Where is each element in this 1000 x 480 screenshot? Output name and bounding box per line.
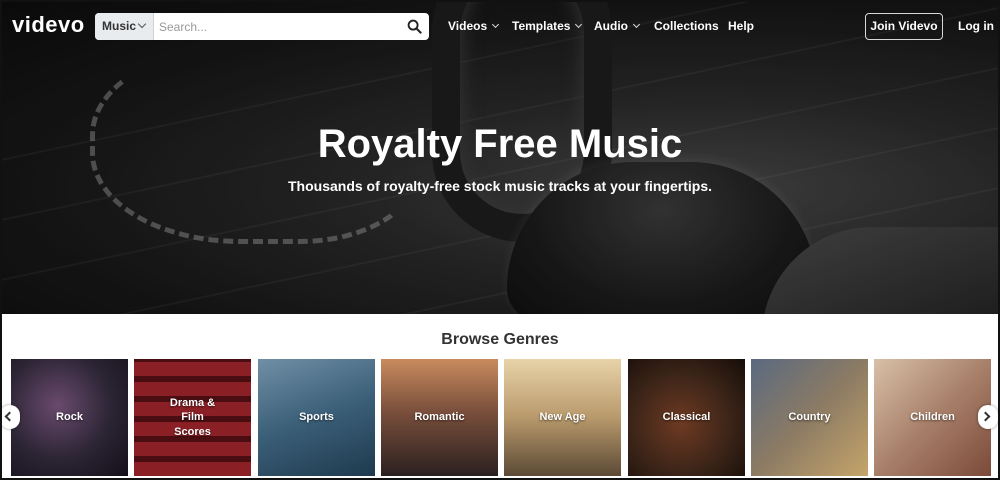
chevron-down-icon xyxy=(632,20,641,29)
genre-label: Country xyxy=(788,411,831,424)
search-category-select[interactable]: Music xyxy=(95,13,154,40)
join-button[interactable]: Join Videvo xyxy=(865,13,943,40)
videvo-logo[interactable]: videvo xyxy=(12,12,85,38)
nav-item-help[interactable]: Help xyxy=(728,19,754,33)
chevron-right-icon xyxy=(980,411,991,422)
search-icon[interactable] xyxy=(407,19,422,34)
nav-item-label: Audio xyxy=(594,19,628,33)
browse-genres-heading: Browse Genres xyxy=(441,331,559,348)
nav-item-videos[interactable]: Videos xyxy=(448,19,500,33)
carousel-prev-button[interactable] xyxy=(2,405,20,429)
login-link[interactable]: Log in xyxy=(958,19,994,33)
search-category-label: Music xyxy=(102,19,137,33)
genre-label: Children xyxy=(910,411,955,424)
nav-item-collections[interactable]: Collections xyxy=(654,19,719,33)
nav-item-label: Help xyxy=(728,19,755,33)
genre-tile-new-age[interactable]: New Age xyxy=(504,359,621,476)
genre-tile-children[interactable]: Children xyxy=(874,359,991,476)
genre-tile-romantic[interactable]: Romantic xyxy=(381,359,498,476)
genre-label: Classical xyxy=(662,411,711,424)
genre-label: Romantic xyxy=(414,411,465,424)
nav-item-templates[interactable]: Templates xyxy=(512,19,583,33)
genre-label: Sports xyxy=(299,411,334,424)
genre-label: New Age xyxy=(539,411,586,424)
chevron-down-icon xyxy=(137,19,147,29)
genre-tile-sports[interactable]: Sports xyxy=(258,359,375,476)
chevron-left-icon xyxy=(4,411,15,422)
top-nav: videvo Music Videos Templates Audio Coll… xyxy=(2,2,998,50)
genre-tile-rock[interactable]: Rock xyxy=(11,359,128,476)
search-input[interactable] xyxy=(159,17,389,36)
chevron-down-icon xyxy=(492,20,500,29)
genre-tile-drama-film-scores[interactable]: Drama & Film Scores xyxy=(134,359,251,476)
hero-subtitle: Thousands of royalty-free stock music tr… xyxy=(288,178,712,194)
page: Royalty Free Music Thousands of royalty-… xyxy=(0,0,1000,480)
nav-item-label: Collections xyxy=(654,19,719,33)
hero-title: Royalty Free Music xyxy=(317,122,683,166)
nav-item-audio[interactable]: Audio xyxy=(594,19,641,33)
genre-label: Rock xyxy=(56,411,83,424)
nav-item-label: Templates xyxy=(512,19,571,33)
genre-label: Drama & Film Scores xyxy=(169,397,216,438)
carousel-next-button[interactable] xyxy=(978,405,998,429)
genre-tile-country[interactable]: Country xyxy=(751,359,868,476)
nav-item-label: Videos xyxy=(448,19,488,33)
genre-tile-classical[interactable]: Classical xyxy=(628,359,745,476)
chevron-down-icon xyxy=(575,20,583,29)
search-bar: Music xyxy=(95,13,429,40)
